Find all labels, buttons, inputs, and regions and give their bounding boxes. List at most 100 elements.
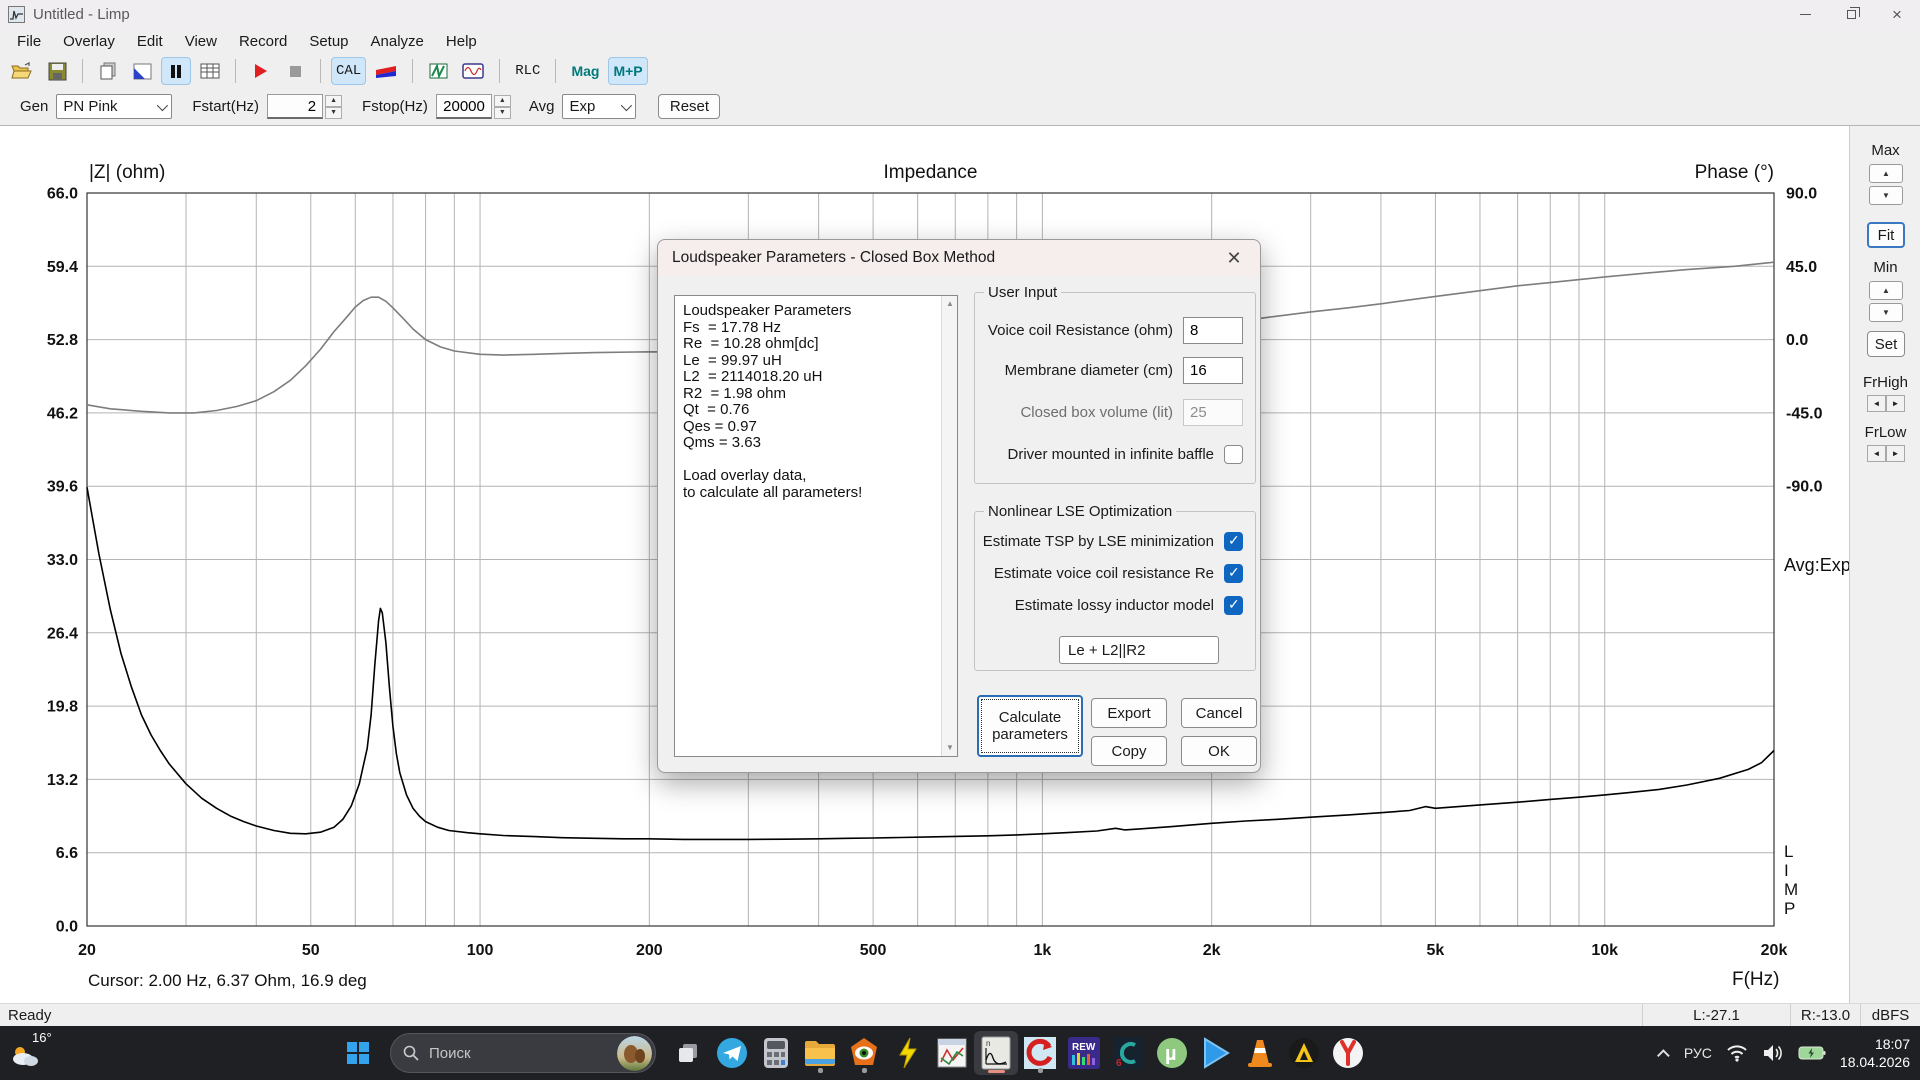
taskbar-item-rew[interactable]: REW (1062, 1031, 1106, 1075)
calculate-parameters-button[interactable]: Calculate parameters (977, 695, 1083, 757)
fstop-spinner[interactable]: ▲ ▼ (494, 95, 511, 119)
taskbar-item-telegram[interactable] (710, 1031, 754, 1075)
parameters-results-box[interactable]: Loudspeaker Parameters Fs = 17.78 Hz Re … (674, 295, 958, 757)
menu-analyze[interactable]: Analyze (360, 30, 435, 53)
generator-select[interactable]: PN Pink (56, 94, 172, 119)
clock[interactable]: 18:07 18.04.2026 (1840, 1035, 1910, 1071)
results-scrollbar[interactable]: ▲ ▼ (941, 296, 957, 756)
taskbar-item-explorer[interactable] (798, 1031, 842, 1075)
svg-text:100: 100 (467, 942, 494, 959)
language-indicator[interactable]: РУС (1684, 1045, 1712, 1061)
table-view-button[interactable] (195, 57, 225, 85)
running-indicator (862, 1068, 867, 1073)
menu-view[interactable]: View (174, 30, 228, 53)
menu-overlay[interactable]: Overlay (52, 30, 126, 53)
magnitude-phase-button[interactable]: M+P (608, 57, 647, 85)
save-button[interactable] (42, 57, 72, 85)
menu-file[interactable]: File (6, 30, 52, 53)
spin-down-icon[interactable]: ▼ (325, 107, 342, 119)
spin-up-icon[interactable]: ▲ (325, 95, 342, 107)
wifi-icon[interactable] (1726, 1044, 1748, 1062)
battery-icon[interactable] (1798, 1045, 1826, 1061)
estimate-tsp-checkbox[interactable] (1224, 532, 1243, 551)
scroll-up-icon[interactable]: ▲ (942, 296, 958, 312)
active-window-indicator (988, 1070, 1005, 1073)
spin-up-icon[interactable]: ▲ (494, 95, 511, 107)
record-button[interactable] (246, 57, 276, 85)
task-view-button[interactable] (666, 1031, 710, 1075)
taskbar-item-eye-browser[interactable] (842, 1031, 886, 1075)
menu-record[interactable]: Record (228, 30, 298, 53)
taskbar-item-yandex[interactable] (1326, 1031, 1370, 1075)
cancel-button[interactable]: Cancel (1181, 698, 1257, 728)
estimate-inductor-checkbox[interactable] (1224, 596, 1243, 615)
infinite-baffle-checkbox[interactable] (1224, 445, 1243, 464)
export-label: Export (1107, 705, 1150, 722)
oscilloscope-button[interactable] (457, 57, 489, 85)
frlow-left-button[interactable]: ◄ (1867, 445, 1886, 462)
magnitude-button[interactable]: Mag (566, 57, 604, 85)
ok-button[interactable]: OK (1181, 736, 1257, 766)
frhigh-arrows: ◄ ► (1867, 395, 1905, 412)
reset-button[interactable]: Reset (658, 94, 720, 119)
estimate-re-checkbox[interactable] (1224, 564, 1243, 583)
fstop-input[interactable] (436, 94, 492, 119)
pause-button[interactable] (161, 57, 191, 85)
frlow-right-button[interactable]: ► (1886, 445, 1905, 462)
taskbar-item-lightning[interactable] (886, 1031, 930, 1075)
spin-down-icon[interactable]: ▼ (494, 107, 511, 119)
taskbar-item-player[interactable] (1194, 1031, 1238, 1075)
membrane-diameter-input[interactable] (1183, 357, 1243, 384)
tray-expand-icon[interactable] (1657, 1049, 1670, 1062)
menu-setup[interactable]: Setup (298, 30, 359, 53)
set-button[interactable]: Set (1867, 331, 1905, 357)
start-button[interactable] (336, 1031, 380, 1075)
min-down-button[interactable]: ▼ (1869, 303, 1903, 322)
taskbar-item-arta[interactable] (930, 1031, 974, 1075)
taskbar-item-clio[interactable]: 6 (1106, 1031, 1150, 1075)
taskbar-item-vlc[interactable] (1238, 1031, 1282, 1075)
minimize-button[interactable] (1782, 0, 1828, 28)
max-up-button[interactable]: ▲ (1869, 164, 1903, 183)
menu-help[interactable]: Help (435, 30, 488, 53)
export-button[interactable]: Export (1091, 698, 1167, 728)
taskbar-item-limp[interactable]: n (974, 1031, 1018, 1075)
search-box[interactable]: Поиск (390, 1033, 656, 1073)
close-button[interactable]: × (1874, 0, 1920, 28)
taskbar-item-aimp[interactable] (1282, 1031, 1326, 1075)
inductor-model-select[interactable]: Le + L2||R2 (1059, 636, 1219, 664)
taskbar-item-utorrent[interactable]: µ (1150, 1031, 1194, 1075)
close-icon: × (1892, 6, 1902, 23)
copy-button[interactable] (93, 57, 123, 85)
voice-coil-input[interactable] (1183, 317, 1243, 344)
volume-icon[interactable] (1762, 1044, 1784, 1062)
fstart-input[interactable] (267, 94, 323, 119)
averaging-select[interactable]: Exp (562, 94, 636, 119)
overlay-colors-button[interactable] (370, 57, 402, 85)
search-doodle-image[interactable] (617, 1036, 652, 1071)
open-file-button[interactable] (6, 57, 38, 85)
menu-edit[interactable]: Edit (126, 30, 174, 53)
scroll-down-icon[interactable]: ▼ (942, 740, 958, 756)
max-down-button[interactable]: ▼ (1869, 186, 1903, 205)
cloud-sun-icon (10, 1044, 40, 1068)
svg-text:33.0: 33.0 (47, 552, 78, 569)
min-up-button[interactable]: ▲ (1869, 281, 1903, 300)
fstart-spinner[interactable]: ▲ ▼ (325, 95, 342, 119)
background-color-button[interactable] (127, 57, 157, 85)
svg-text:39.6: 39.6 (47, 479, 78, 496)
frhigh-right-button[interactable]: ► (1886, 395, 1905, 412)
avg-label: Avg (529, 98, 555, 115)
taskbar-item-converter[interactable] (1018, 1031, 1062, 1075)
restore-button[interactable] (1828, 0, 1874, 28)
fit-button[interactable]: Fit (1867, 222, 1905, 248)
spectrum-view-button[interactable] (423, 57, 453, 85)
taskbar-item-calculator[interactable] (754, 1031, 798, 1075)
rlc-button[interactable]: RLC (510, 57, 545, 85)
weather-widget[interactable]: 16° (10, 1030, 62, 1076)
calibrate-button[interactable]: CAL (331, 57, 366, 85)
frhigh-left-button[interactable]: ◄ (1867, 395, 1886, 412)
stop-button[interactable] (280, 57, 310, 85)
copy-button-dialog[interactable]: Copy (1091, 736, 1167, 766)
dialog-close-icon[interactable]: ✕ (1222, 248, 1246, 269)
